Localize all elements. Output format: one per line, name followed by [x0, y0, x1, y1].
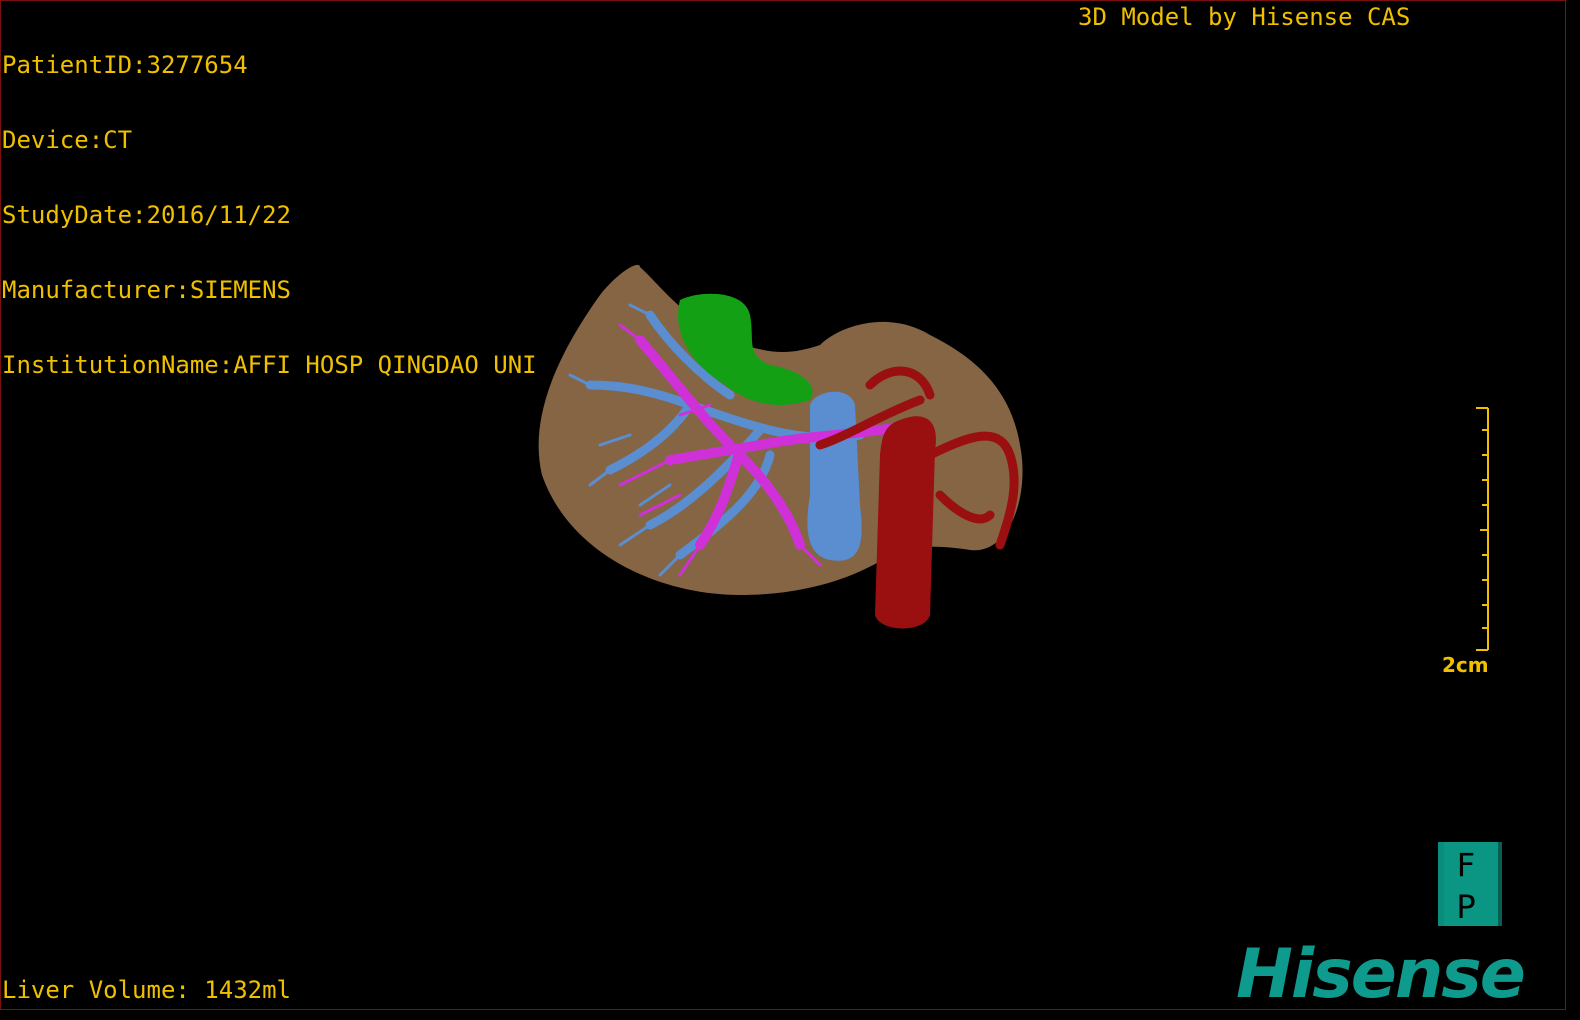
model-title: 3D Model by Hisense CAS	[1078, 3, 1411, 31]
scale-label: 2cm	[1442, 653, 1489, 677]
patient-id-text: PatientID:3277654	[2, 51, 248, 79]
institution-text: InstitutionName:AFFI HOSP QINGDAO UNI	[2, 351, 537, 379]
dicom-info-overlay: PatientID:3277654 Device:CT StudyDate:20…	[2, 3, 537, 403]
liver-volume-text: Liver Volume: 1432ml	[2, 976, 291, 1004]
orientation-cube[interactable]: F P	[1436, 840, 1504, 930]
inferior-vena-cava	[807, 391, 862, 561]
device-text: Device:CT	[2, 126, 133, 154]
orientation-bottom-label: P	[1456, 888, 1475, 926]
study-date-text: StudyDate:2016/11/22	[2, 201, 291, 229]
liver-3d-model[interactable]	[530, 255, 1050, 645]
manufacturer-text: Manufacturer:SIEMENS	[2, 276, 291, 304]
hisense-logo: Hisense	[1236, 935, 1526, 1014]
aorta	[875, 416, 936, 629]
orientation-top-label: F	[1457, 846, 1475, 884]
scale-bar	[1476, 407, 1489, 651]
